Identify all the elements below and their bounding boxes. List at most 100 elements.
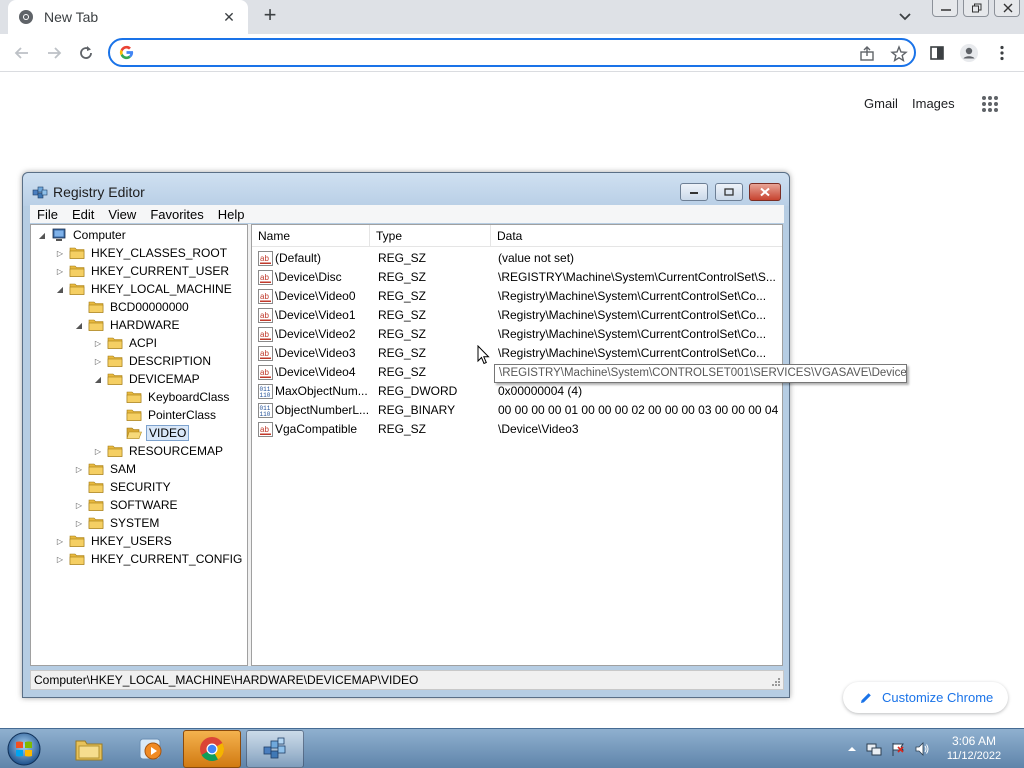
chevron-down-icon[interactable]: [896, 8, 914, 26]
google-apps-icon[interactable]: [981, 95, 999, 113]
value-row[interactable]: ab \Device\Video3 REG_SZ \Registry\Machine\…: [252, 344, 782, 363]
tree-node[interactable]: ▷ RESOURCEMAP: [93, 442, 225, 460]
tree-node[interactable]: ▷ DESCRIPTION: [93, 352, 213, 370]
tree-collapse-icon[interactable]: ◢: [37, 231, 47, 240]
tree-node[interactable]: ▷ SAM: [74, 460, 138, 478]
folder-icon: [126, 391, 142, 403]
windows-start-icon[interactable]: [4, 731, 44, 767]
menu-favorites[interactable]: Favorites: [143, 205, 210, 223]
mouse-pointer-icon: [477, 345, 490, 365]
tree-expand-icon[interactable]: ▷: [93, 447, 103, 456]
tree-node[interactable]: KeyboardClass: [112, 388, 231, 406]
tree-expand-icon[interactable]: ▷: [74, 501, 84, 510]
tree-node[interactable]: ▷ SOFTWARE: [74, 496, 180, 514]
tree-node[interactable]: PointerClass: [112, 406, 218, 424]
menu-help[interactable]: Help: [211, 205, 252, 223]
value-type: REG_SZ: [378, 422, 427, 436]
tree-node[interactable]: ▷ HKEY_USERS: [55, 532, 174, 550]
address-input[interactable]: [144, 43, 844, 62]
value-row[interactable]: ab \Device\Video2 REG_SZ \Registry\Machine\…: [252, 325, 782, 344]
close-window-button[interactable]: [994, 0, 1020, 17]
svg-text:110: 110: [260, 392, 271, 399]
value-row[interactable]: ab \Device\Video1 REG_SZ \Registry\Machine\…: [252, 306, 782, 325]
tree-node[interactable]: VIDEO: [112, 424, 190, 442]
registry-editor-window: Registry Editor File Edit View Favorites…: [22, 172, 790, 698]
tree-expand-icon[interactable]: ▷: [55, 537, 65, 546]
tree-collapse-icon[interactable]: ◢: [74, 321, 84, 330]
taskbar-explorer-button[interactable]: [60, 730, 118, 768]
folder-icon: [69, 247, 85, 259]
bookmark-star-icon[interactable]: [890, 45, 908, 63]
value-name: (Default): [275, 251, 322, 265]
tree-expand-icon[interactable]: ▷: [55, 249, 65, 258]
value-row[interactable]: ab \Device\Video0 REG_SZ \Registry\Machine\…: [252, 287, 782, 306]
tree-node[interactable]: ▷ HKEY_CURRENT_CONFIG: [55, 550, 244, 568]
column-header-type[interactable]: Type: [370, 225, 491, 247]
registry-titlebar[interactable]: Registry Editor: [23, 173, 789, 206]
registry-minimize-button[interactable]: [680, 183, 708, 201]
network-icon[interactable]: [866, 741, 882, 757]
tree-expand-icon[interactable]: ▷: [93, 339, 103, 348]
tree-node[interactable]: ◢ HKEY_LOCAL_MACHINE: [55, 280, 234, 298]
action-center-flag-icon[interactable]: [890, 741, 906, 757]
tree-node[interactable]: ▷ HKEY_CLASSES_ROOT: [55, 244, 229, 262]
taskbar-media-player-button[interactable]: [122, 730, 180, 768]
menu-view[interactable]: View: [101, 205, 143, 223]
value-row[interactable]: ab (Default) REG_SZ (value not set): [252, 249, 782, 268]
svg-text:ab: ab: [260, 254, 269, 263]
tree-node[interactable]: BCD00000000: [74, 298, 191, 316]
tree-expand-icon[interactable]: ▷: [74, 465, 84, 474]
tree-node[interactable]: ◢ Computer: [37, 226, 128, 244]
menu-edit[interactable]: Edit: [65, 205, 101, 223]
menu-file[interactable]: File: [30, 205, 65, 223]
tree-collapse-icon[interactable]: ◢: [93, 375, 103, 384]
tree-node[interactable]: ▷ SYSTEM: [74, 514, 161, 532]
resize-grip-icon[interactable]: [771, 677, 781, 687]
customize-chrome-button[interactable]: Customize Chrome: [843, 682, 1008, 713]
registry-key-tree[interactable]: ◢ Computer ▷ HKEY_CLASSES_ROOT ▷ HKEY_CURRENT…: [30, 224, 248, 666]
tree-expand-icon[interactable]: ▷: [93, 357, 103, 366]
side-panel-icon[interactable]: [926, 42, 948, 64]
value-row[interactable]: 011 110 ObjectNumberL... REG_BINARY 00 00 00…: [252, 401, 782, 420]
profile-avatar-icon[interactable]: [958, 42, 980, 64]
tab-new-tab[interactable]: New Tab ✕: [8, 0, 248, 34]
value-name: \Device\Video1: [275, 308, 356, 322]
value-row[interactable]: ab VgaCompatible REG_SZ \Device\Video3: [252, 420, 782, 439]
folder-icon: [88, 499, 104, 511]
reload-icon[interactable]: [75, 42, 97, 64]
minimize-button[interactable]: [932, 0, 958, 17]
tree-node[interactable]: ▷ ACPI: [93, 334, 159, 352]
restore-button[interactable]: [963, 0, 989, 17]
value-row[interactable]: ab \Device\Disc REG_SZ \REGISTRY\Machine\Sy…: [252, 268, 782, 287]
tab-strip: New Tab ✕ +: [0, 0, 1024, 34]
taskbar-clock[interactable]: 3:06 AM 11/12/2022: [934, 734, 1014, 764]
tree-collapse-icon[interactable]: ◢: [55, 285, 65, 294]
taskbar-regedit-button[interactable]: [246, 730, 304, 768]
column-header-name[interactable]: Name: [252, 225, 370, 247]
tree-expand-icon[interactable]: ▷: [55, 555, 65, 564]
value-row[interactable]: 011 110 MaxObjectNum... REG_DWORD 0x00000004…: [252, 382, 782, 401]
gmail-link[interactable]: Gmail: [864, 96, 898, 111]
share-icon[interactable]: [858, 45, 876, 63]
registry-editor-icon: [263, 737, 286, 759]
new-tab-button[interactable]: +: [258, 4, 282, 28]
tree-node[interactable]: ◢ DEVICEMAP: [93, 370, 202, 388]
tree-expand-icon[interactable]: ▷: [55, 267, 65, 276]
kebab-menu-icon[interactable]: [991, 42, 1013, 64]
tree-expand-icon[interactable]: ▷: [74, 519, 84, 528]
registry-close-button[interactable]: [749, 183, 781, 201]
address-bar[interactable]: [108, 38, 916, 67]
tree-node[interactable]: SECURITY: [74, 478, 173, 496]
tab-close-icon[interactable]: ✕: [220, 9, 238, 26]
registry-values-list[interactable]: Name Type Data ab (Default) REG_SZ (value n…: [251, 224, 783, 666]
show-hidden-icons-icon[interactable]: [844, 741, 860, 757]
forward-arrow-icon[interactable]: [43, 42, 65, 64]
column-header-data[interactable]: Data: [491, 225, 782, 247]
tree-node[interactable]: ▷ HKEY_CURRENT_USER: [55, 262, 231, 280]
taskbar-chrome-button[interactable]: [183, 730, 241, 768]
registry-maximize-button[interactable]: [715, 183, 743, 201]
images-link[interactable]: Images: [912, 96, 955, 111]
volume-icon[interactable]: [914, 741, 930, 757]
tree-node[interactable]: ◢ HARDWARE: [74, 316, 182, 334]
back-arrow-icon[interactable]: [11, 42, 33, 64]
